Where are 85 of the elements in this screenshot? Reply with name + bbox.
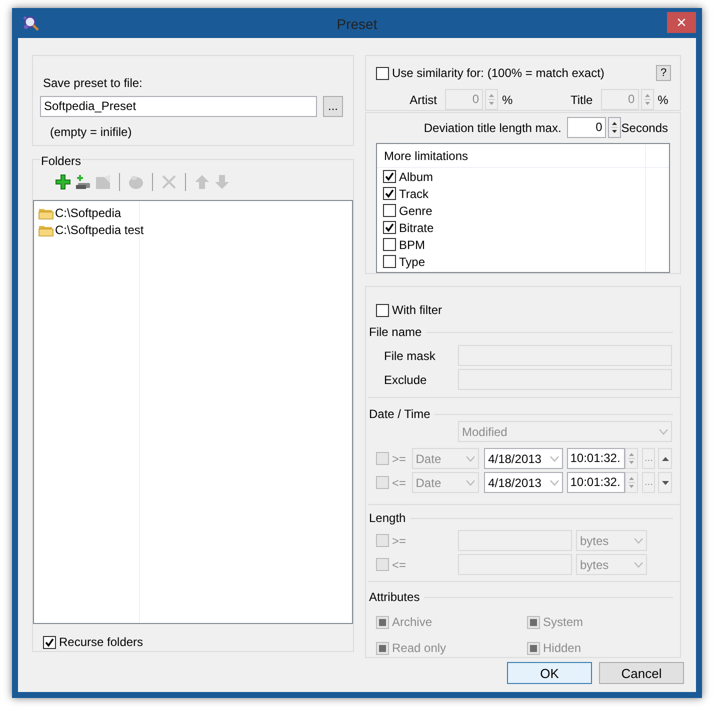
- time-field[interactable]: 10:01:32.: [567, 448, 626, 469]
- checkbox[interactable]: [383, 204, 396, 217]
- date-picker[interactable]: 4/18/2013: [484, 448, 564, 469]
- section-label: Attributes: [369, 589, 420, 606]
- spin-arrows-icon: [628, 475, 636, 490]
- checkbox[interactable]: [383, 255, 396, 268]
- spin-arrows-icon: [644, 92, 651, 107]
- chevron-icon: [634, 562, 643, 568]
- chevron-icon: [659, 428, 668, 434]
- help-button[interactable]: ?: [656, 65, 671, 81]
- spin-arrows-icon: [488, 92, 495, 107]
- operator-label: >=: [392, 450, 408, 468]
- drive-plus-icon[interactable]: [75, 174, 91, 190]
- field-label: File mask: [383, 348, 436, 364]
- unit-label: %: [502, 92, 513, 108]
- operator-label: <=: [392, 474, 408, 492]
- spin-arrows-icon: [611, 120, 618, 135]
- ok-button[interactable]: OK: [507, 662, 592, 684]
- field-label: Deviation title length max.: [424, 120, 562, 136]
- spin-button[interactable]: [608, 117, 622, 138]
- folder-list[interactable]: C:\Softpedia C:\Softpedia test: [33, 200, 353, 624]
- checkbox[interactable]: [383, 221, 396, 234]
- unit-label: Seconds: [621, 120, 668, 136]
- chevron-icon: [466, 480, 476, 486]
- checkbox[interactable]: [376, 616, 389, 628]
- date-picker[interactable]: 4/18/2013: [484, 472, 564, 493]
- chevron-icon: [634, 538, 643, 544]
- field-label: Save preset to file:: [43, 75, 144, 92]
- checkbox-label: Read only: [392, 640, 446, 657]
- chevron-icon: [550, 456, 560, 462]
- checkbox-label: Track: [399, 186, 429, 202]
- section-label: Date / Time: [369, 406, 430, 423]
- time-field[interactable]: 10:01:32.: [567, 472, 626, 493]
- operator-label: <=: [392, 556, 408, 574]
- arrow-up-icon: [662, 456, 669, 460]
- window-title: Preset: [336, 15, 378, 34]
- unit-label: %: [658, 92, 668, 108]
- checkbox[interactable]: [376, 452, 389, 465]
- checkbox-label: System: [543, 614, 584, 631]
- cancel-button[interactable]: Cancel: [599, 662, 684, 684]
- checkbox-label: Hidden: [543, 640, 582, 657]
- checkbox-label: Album: [399, 168, 434, 186]
- app-icon: [22, 14, 40, 32]
- checkbox[interactable]: [376, 66, 389, 80]
- field-label: Title: [569, 92, 593, 108]
- checkbox[interactable]: [376, 304, 389, 316]
- checkbox[interactable]: [376, 642, 389, 654]
- checkbox[interactable]: [527, 642, 540, 654]
- checkbox[interactable]: [527, 616, 540, 628]
- checkbox[interactable]: [383, 187, 396, 200]
- section-label: File name: [369, 324, 422, 341]
- checkbox-label: BPM: [399, 236, 426, 254]
- field-label: Exclude: [383, 372, 428, 388]
- close-button[interactable]: ×: [667, 12, 696, 33]
- checkbox[interactable]: [376, 534, 389, 547]
- checkbox-label: Type: [399, 254, 426, 270]
- scroll-button[interactable]: [658, 448, 672, 469]
- field-label: Artist: [408, 92, 437, 108]
- operator-label: >=: [392, 532, 408, 550]
- file-name-field[interactable]: Softpedia_Preset: [40, 96, 317, 117]
- plus-icon[interactable]: [55, 174, 71, 190]
- checkbox-label: Bitrate: [399, 220, 434, 236]
- checkbox[interactable]: [376, 476, 389, 489]
- number-field[interactable]: 0: [567, 117, 606, 138]
- checkbox[interactable]: [43, 636, 56, 648]
- browse-button[interactable]: ...: [323, 96, 343, 117]
- chevron-icon: [466, 456, 476, 462]
- checkbox-label: Genre: [399, 202, 432, 220]
- checkbox[interactable]: [383, 238, 396, 251]
- checkbox-label: Use similarity for: (100% = match exact): [392, 65, 604, 82]
- hint-text: (empty = inifile): [50, 124, 133, 141]
- limitations-list[interactable]: More limitations Album Track Genre Bitrate BPM Type: [376, 143, 670, 273]
- column-header: More limitations: [377, 144, 669, 168]
- arrow-down-icon: [662, 480, 669, 484]
- scroll-button[interactable]: [658, 472, 672, 493]
- chevron-icon: [550, 480, 560, 486]
- checkbox-label: Archive: [392, 614, 432, 631]
- spin-arrows-icon: [628, 451, 636, 466]
- checkbox-label: Recurse folders: [59, 634, 144, 651]
- checkbox-label: With filter: [392, 302, 442, 319]
- section-label: Length: [369, 510, 406, 527]
- folder-item[interactable]: C:\Softpedia: [55, 204, 122, 222]
- checkbox[interactable]: [383, 170, 396, 183]
- checkbox[interactable]: [376, 558, 389, 571]
- folder-item[interactable]: C:\Softpedia test: [55, 220, 144, 238]
